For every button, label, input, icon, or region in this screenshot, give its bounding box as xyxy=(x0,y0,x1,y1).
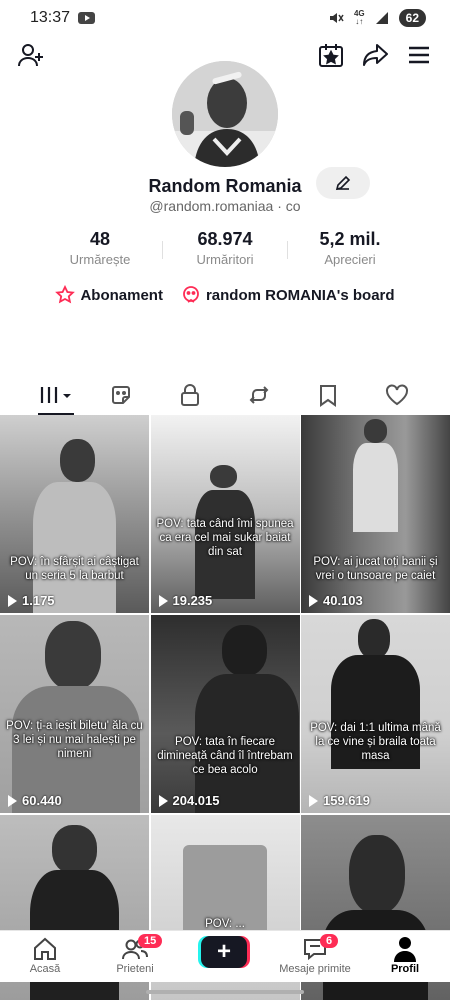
stat-label: Urmărește xyxy=(69,252,131,267)
share-icon[interactable] xyxy=(360,40,390,70)
avatar[interactable] xyxy=(172,61,278,167)
video-caption: POV: ... xyxy=(205,918,245,930)
subscription-label: Abonament xyxy=(80,286,163,304)
video-caption: POV: în sfârșit ai câștigat un seria 5 l… xyxy=(10,556,139,582)
play-icon xyxy=(309,594,318,607)
add-friend-icon[interactable] xyxy=(16,40,46,70)
view-count: 1.175 xyxy=(8,593,55,608)
home-indicator[interactable] xyxy=(146,990,304,994)
nav-profile-label: Profil xyxy=(390,963,420,975)
status-time: 13:37 xyxy=(30,9,71,26)
stat-followers[interactable]: 68.974 Urmăritori xyxy=(163,229,288,267)
tab-reposts[interactable] xyxy=(224,375,293,415)
tab-reposts-sticker[interactable] xyxy=(86,375,155,415)
board-label: random ROMANIA's board xyxy=(205,286,395,304)
stat-divider xyxy=(162,241,163,259)
inbox-badge: 6 xyxy=(320,934,339,948)
lock-icon xyxy=(180,384,199,406)
nav-home-label: Acasă xyxy=(29,963,61,975)
subscription-link[interactable]: Abonament xyxy=(55,285,163,305)
network-indicator: 4G ↓↑ xyxy=(353,9,365,26)
stat-value: 5,2 mil. xyxy=(319,229,381,249)
tab-liked[interactable] xyxy=(362,375,431,415)
video-caption: POV: ai jucat toți banii și vrei o tunso… xyxy=(313,556,438,582)
stat-divider xyxy=(287,241,288,259)
play-icon xyxy=(8,794,17,807)
menu-icon[interactable] xyxy=(404,40,434,70)
video-thumbnail[interactable]: POV: ai jucat toți banii și vrei o tunso… xyxy=(301,415,450,613)
play-icon xyxy=(158,594,168,607)
profile-stats: 48 Urmărește 68.974 Urmăritori 5,2 mil. … xyxy=(0,229,450,267)
tab-favorites[interactable] xyxy=(293,375,362,415)
videos-icon xyxy=(40,387,71,403)
video-thumbnail[interactable]: POV: dai 1:1 ultima mână la ce vine și b… xyxy=(301,615,450,813)
view-count: 204.015 xyxy=(158,793,220,808)
view-count: 159.619 xyxy=(309,793,370,808)
signal-icon xyxy=(375,12,388,24)
stat-likes[interactable]: 5,2 mil. Aprecieri xyxy=(288,229,413,267)
nav-inbox-label: Mesaje primite xyxy=(279,963,351,975)
play-icon xyxy=(309,794,318,807)
avatar-image xyxy=(172,61,278,167)
create-video-button[interactable]: + xyxy=(201,936,247,968)
video-thumbnail[interactable]: POV: în sfârșit ai câștigat un seria 5 l… xyxy=(0,415,149,613)
video-caption: POV: tata când îmi spunea ca era cel mai… xyxy=(156,518,294,558)
heart-icon xyxy=(385,384,408,406)
profile-name: Random Romania xyxy=(148,176,302,196)
stat-label: Aprecieri xyxy=(324,252,376,267)
nav-friends[interactable]: 15 Prieteni xyxy=(90,934,180,975)
tab-private[interactable] xyxy=(155,375,224,415)
status-bar: 13:37 4G ↓↑ 62 xyxy=(0,0,450,36)
nav-friends-label: Prieteni xyxy=(116,963,154,975)
youtube-notification-icon xyxy=(78,12,96,24)
video-caption: POV: ți-a ieșit biletu' ăla cu 3 lei și … xyxy=(6,720,143,760)
profile-links: Abonament random ROMANIA's board xyxy=(0,285,450,305)
video-caption: POV: dai 1:1 ultima mână la ce vine și b… xyxy=(310,722,441,762)
video-thumbnail[interactable]: POV: tata când îmi spunea ca era cel mai… xyxy=(150,415,300,613)
nav-inbox[interactable]: 6 Mesaje primite xyxy=(270,934,360,975)
video-thumbnail[interactable]: POV: ți-a ieșit biletu' ăla cu 3 lei și … xyxy=(0,615,149,813)
creator-calendar-icon[interactable] xyxy=(316,40,346,70)
subscription-star-icon xyxy=(55,285,76,304)
play-icon xyxy=(158,794,168,807)
pencil-icon xyxy=(335,175,351,191)
edit-profile-button[interactable] xyxy=(316,167,370,199)
video-grid: POV: în sfârșit ai câștigat un seria 5 l… xyxy=(0,415,450,1000)
plus-icon: + xyxy=(216,938,231,965)
tab-videos[interactable] xyxy=(20,375,89,415)
view-count: 40.103 xyxy=(309,593,363,608)
friends-badge: 15 xyxy=(138,934,163,948)
board-icon xyxy=(183,286,199,303)
stat-value: 48 xyxy=(89,229,111,249)
board-link[interactable]: random ROMANIA's board xyxy=(181,285,395,305)
profile-icon xyxy=(394,937,416,962)
view-count: 60.440 xyxy=(8,793,62,808)
profile-tabs xyxy=(0,375,450,415)
stat-label: Urmăritori xyxy=(196,252,254,267)
profile-handle: @random.romaniaa · co xyxy=(149,198,301,214)
stat-following[interactable]: 48 Urmărește xyxy=(38,229,163,267)
view-count: 19.235 xyxy=(158,593,212,608)
video-thumbnail[interactable]: POV: tata în fiecare dimineață când îl î… xyxy=(150,615,300,813)
nav-profile[interactable]: Profil xyxy=(360,935,450,975)
repost-icon xyxy=(249,386,268,404)
mute-icon xyxy=(329,13,344,23)
bookmark-icon xyxy=(319,385,336,407)
battery-indicator: 62 xyxy=(398,9,426,27)
stat-value: 68.974 xyxy=(197,229,253,249)
play-icon xyxy=(8,594,17,607)
nav-home[interactable]: Acasă xyxy=(0,935,90,975)
sticker-icon xyxy=(111,386,130,404)
video-caption: POV: tata în fiecare dimineață când îl î… xyxy=(157,736,293,776)
home-icon xyxy=(34,937,56,960)
